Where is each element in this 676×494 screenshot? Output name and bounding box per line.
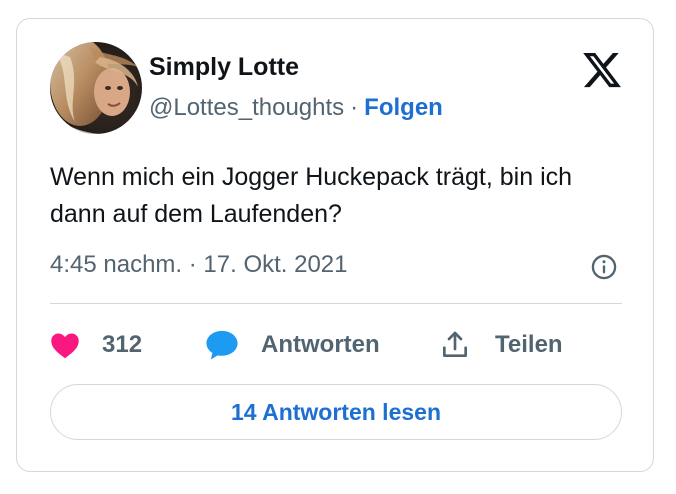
separator-dot: · <box>350 94 359 121</box>
speech-bubble-icon <box>205 329 239 361</box>
like-button[interactable]: 312 <box>50 327 142 363</box>
profile-photo-icon <box>50 42 142 134</box>
heart-icon <box>50 331 80 359</box>
read-replies-button[interactable]: 14 Antworten lesen <box>50 384 622 440</box>
share-label: Teilen <box>495 331 563 358</box>
like-count: 312 <box>102 331 143 358</box>
avatar[interactable] <box>50 42 142 134</box>
x-logo-icon[interactable] <box>581 49 623 91</box>
divider <box>50 303 622 304</box>
share-icon <box>439 329 471 361</box>
author-handle-row: @Lottes_thoughts · Folgen <box>149 94 443 122</box>
tweet-timestamp[interactable]: 4:45 nachm. · 17. Okt. 2021 <box>50 251 348 279</box>
author-name[interactable]: Simply Lotte <box>149 53 299 82</box>
share-button[interactable]: Teilen <box>439 327 563 363</box>
author-handle[interactable]: @Lottes_thoughts <box>149 94 344 121</box>
reply-button[interactable]: Antworten <box>205 327 380 363</box>
follow-link[interactable]: Folgen <box>364 94 443 121</box>
tweet-text: Wenn mich ein Jogger Huckepack trägt, bi… <box>50 163 573 228</box>
info-icon[interactable] <box>590 253 618 281</box>
tweet-card: Simply Lotte @Lottes_thoughts · Folgen Wen… <box>16 18 654 472</box>
reply-label: Antworten <box>261 331 380 358</box>
